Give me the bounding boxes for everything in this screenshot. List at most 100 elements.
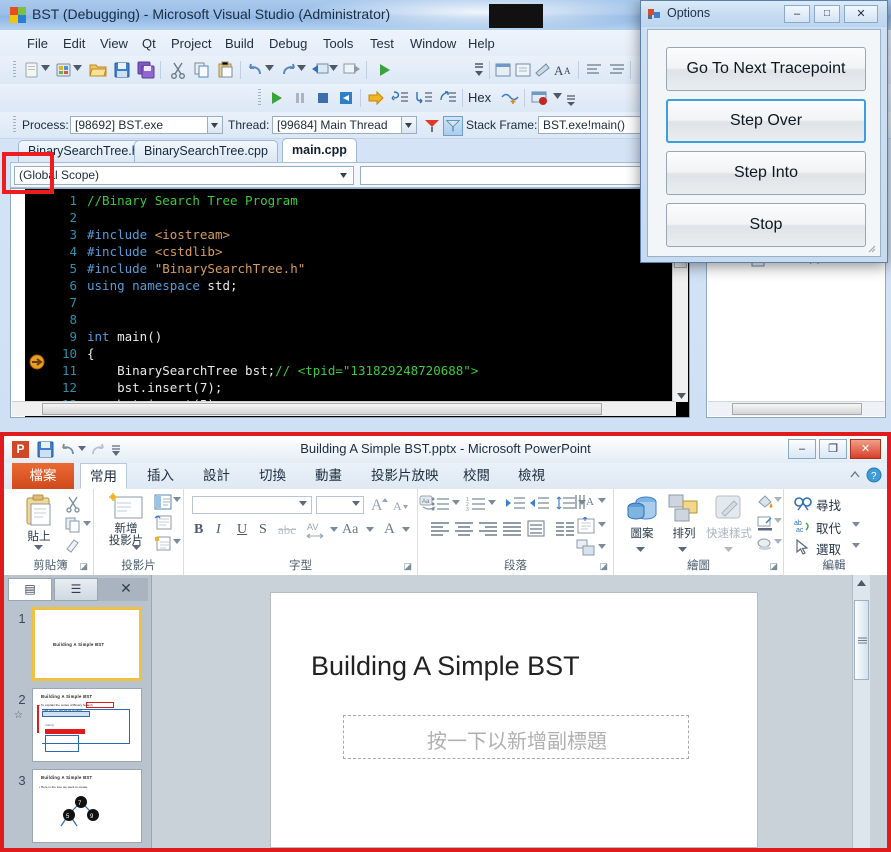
vs-document-tabs[interactable]: BinarySearchTree.h BinarySearchTree.cpp …	[10, 138, 650, 162]
continue-icon[interactable]	[266, 88, 286, 108]
replace-icon[interactable]: ab ac	[794, 518, 812, 534]
font-name-combo[interactable]	[192, 496, 312, 514]
options-maximize-button[interactable]: □	[814, 5, 840, 23]
code-editor[interactable]: 1 //Binary Search Tree Program 2 3 #include …	[10, 188, 690, 418]
start-debug-icon[interactable]	[374, 60, 394, 80]
ribbon-tab-animations[interactable]: 動畫	[306, 463, 351, 489]
columns-icon[interactable]	[555, 521, 575, 537]
options-title-bar[interactable]: Options – □ ✕	[641, 1, 887, 27]
help-icon[interactable]: ?	[866, 467, 882, 483]
cut-icon[interactable]	[168, 60, 188, 80]
save-all-icon[interactable]	[136, 60, 156, 80]
strikethrough-button[interactable]: abc	[278, 522, 296, 538]
breakpoints-dropdown-icon[interactable]	[553, 93, 562, 99]
navigate-backward-icon[interactable]	[310, 60, 330, 80]
italic-button[interactable]: I	[216, 522, 221, 538]
change-case-dropdown-icon[interactable]	[366, 527, 374, 532]
drawing-dialog-launcher[interactable]: ◪	[769, 561, 778, 572]
editor-horizontal-scrollbar[interactable]	[12, 401, 676, 416]
text-direction-icon[interactable]: A	[574, 493, 596, 513]
cut-icon[interactable]	[64, 495, 82, 513]
ribbon-tab-file[interactable]: 檔案	[12, 463, 74, 489]
slide-thumb-3-canvas[interactable]: Building A Simple BST • Here is the tree…	[32, 769, 142, 843]
tab-main-cpp[interactable]: main.cpp	[282, 138, 357, 162]
ribbon-tab-slideshow[interactable]: 投影片放映	[362, 463, 448, 489]
menu-help[interactable]: Help	[461, 34, 502, 53]
close-panel-button[interactable]: ✕	[104, 578, 148, 601]
shapes-dropdown-icon[interactable]	[636, 547, 645, 552]
slide-panel-tabs[interactable]: ▤ ☰ ✕	[8, 578, 148, 601]
shape-effects-dropdown-icon[interactable]	[774, 539, 782, 544]
justify-icon[interactable]	[502, 521, 522, 537]
ribbon-tab-transitions[interactable]: 切換	[250, 463, 295, 489]
clipboard-dialog-launcher[interactable]: ◪	[79, 561, 88, 572]
align-left-icon[interactable]	[430, 521, 450, 537]
options-minimize-button[interactable]: –	[784, 5, 810, 23]
undo-dropdown-icon[interactable]	[265, 65, 274, 71]
new-item-dropdown-icon[interactable]	[41, 65, 50, 71]
replace-label[interactable]: 取代	[816, 518, 841, 537]
show-next-statement-icon[interactable]	[366, 88, 386, 108]
thread-combo[interactable]: [99684] Main Thread	[272, 116, 402, 134]
hex-label[interactable]: Hex	[468, 90, 491, 105]
ppt-ribbon[interactable]: 貼上 剪貼簿 ◪ 新增 投影片 投影片 A A Aa B I U S abc A…	[4, 489, 887, 576]
ppt-close-button[interactable]: ✕	[850, 439, 881, 459]
slide-thumb-2-canvas[interactable]: Building A Simple BST • To explain the c…	[32, 688, 142, 762]
new-item-icon[interactable]	[22, 60, 42, 80]
distributed-align-icon[interactable]	[526, 520, 546, 538]
solexp-hscroll-thumb[interactable]	[732, 403, 862, 415]
thread-flag-icon[interactable]	[422, 116, 442, 136]
text-direction-dropdown-icon[interactable]	[598, 498, 606, 503]
options-dialog[interactable]: Options – □ ✕ Go To Next Tracepoint Step…	[640, 0, 888, 263]
process-combo[interactable]: [98692] BST.exe	[70, 116, 208, 134]
reset-slide-icon[interactable]	[154, 515, 172, 531]
bullets-icon[interactable]	[430, 495, 450, 513]
outline-tab-button[interactable]: ☰	[54, 578, 98, 601]
undo-icon[interactable]	[246, 60, 266, 80]
select-dropdown-icon[interactable]	[852, 543, 860, 548]
spacing-dropdown-icon[interactable]	[330, 527, 338, 532]
menu-project[interactable]: Project	[164, 34, 218, 53]
slides-tab-button[interactable]: ▤	[8, 578, 52, 601]
ppt-minimize-button[interactable]: –	[788, 439, 816, 459]
ribbon-tab-design[interactable]: 設計	[194, 463, 239, 489]
format-painter-icon[interactable]	[64, 536, 82, 554]
numbering-icon[interactable]: 123	[466, 495, 486, 513]
step-over-button[interactable]: Step Over	[666, 99, 866, 143]
menu-view[interactable]: View	[93, 34, 135, 53]
ribbon-tab-home[interactable]: 常用	[80, 463, 127, 489]
navigate-forward-icon[interactable]	[342, 60, 362, 80]
scope-combo-arrow-icon[interactable]	[337, 166, 350, 185]
solution-explorer-hscrollbar[interactable]	[708, 401, 885, 416]
arrange-button[interactable]: 排列	[662, 493, 706, 541]
line-spacing-icon[interactable]	[556, 495, 576, 513]
increase-indent-icon[interactable]	[530, 495, 550, 513]
section-dropdown-icon[interactable]	[173, 539, 181, 544]
ribbon-tab-insert[interactable]: 插入	[138, 463, 183, 489]
slide-thumbnail-3[interactable]: 3 Building A Simple BST • Here is the tr…	[14, 769, 142, 843]
shape-effects-icon[interactable]	[756, 536, 774, 552]
numbering-dropdown-icon[interactable]	[488, 500, 496, 505]
process-toolbar-grip[interactable]	[13, 116, 16, 134]
slide-thumb-1-canvas[interactable]: Building A Simple BST	[32, 607, 142, 681]
align-right-icon[interactable]	[478, 521, 498, 537]
ribbon-tab-view[interactable]: 檢視	[509, 463, 554, 489]
font-color-button[interactable]: A	[384, 521, 395, 538]
minimize-ribbon-icon[interactable]	[849, 469, 861, 481]
breakpoints-window-icon[interactable]	[530, 88, 550, 108]
slide-scroll-up-icon[interactable]	[856, 579, 867, 588]
select-label[interactable]: 選取	[816, 539, 841, 558]
copy-icon[interactable]	[64, 516, 82, 534]
step-out-icon[interactable]	[438, 88, 458, 108]
bold-button[interactable]: B	[194, 522, 203, 538]
arrange-dropdown-icon[interactable]	[678, 547, 687, 552]
increase-font-size-icon[interactable]: A	[370, 494, 390, 514]
ppt-restore-button[interactable]: ❐	[819, 439, 847, 459]
stack-frame-combo[interactable]: BST.exe!main()	[538, 116, 648, 134]
toolbox-icon[interactable]	[533, 60, 553, 80]
current-slide[interactable]: Building A Simple BST 按一下以新增副標題	[270, 592, 758, 848]
shapes-button[interactable]: 圖案	[620, 493, 664, 541]
change-case-button[interactable]: Aa	[342, 522, 358, 538]
thread-combo-arrow-icon[interactable]	[402, 116, 417, 134]
new-slide-button[interactable]: 新增 投影片	[100, 493, 152, 547]
